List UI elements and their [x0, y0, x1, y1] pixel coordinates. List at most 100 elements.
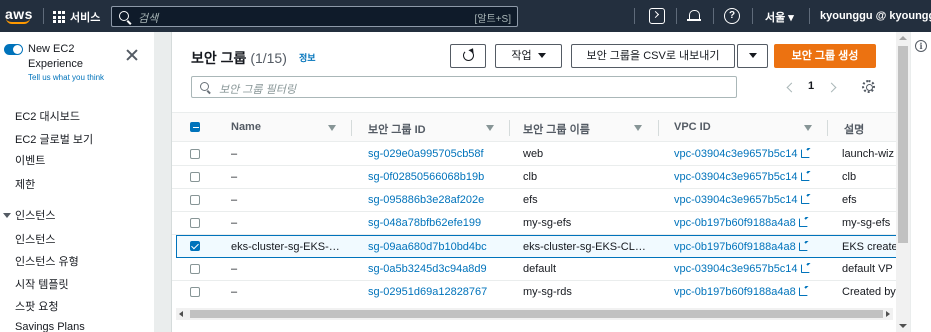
cell-sg-id[interactable]: sg-09aa680d7b10bd4bc: [368, 241, 508, 253]
cell-vpc-id[interactable]: vpc-03904c3e9657b5c14: [674, 263, 824, 275]
column-header-vpc-id[interactable]: VPC ID: [674, 121, 711, 133]
column-header-sg-name[interactable]: 보안 그룹 이름: [523, 121, 590, 137]
select-all-checkbox[interactable]: [190, 122, 200, 132]
vpc-id-text: vpc-03904c3e9657b5c14: [674, 263, 798, 275]
create-security-group-button[interactable]: 보안 그룹 생성: [774, 44, 876, 68]
sidebar-item-events[interactable]: 이벤트: [15, 152, 45, 168]
table-row[interactable]: – sg-029e0a995705cb58f web vpc-03904c3e9…: [172, 143, 897, 166]
filter-input[interactable]: 보안 그룹 필터링: [191, 76, 737, 98]
aws-logo[interactable]: aws: [5, 4, 37, 28]
cell-vpc-id[interactable]: vpc-0b197b60f9188a4a8: [674, 217, 824, 229]
cell-sg-name: web: [523, 148, 544, 160]
services-label: 서비스: [70, 12, 101, 24]
table-row[interactable]: – sg-0a5b3245d3c94a8d9 default vpc-03904…: [172, 258, 897, 281]
scroll-down-icon[interactable]: [899, 324, 907, 328]
page-title: 보안 그룹 (1/15): [191, 48, 287, 68]
cell-vpc-id[interactable]: vpc-0b197b60f9188a4a8: [674, 241, 824, 253]
scrollbar-thumb[interactable]: [898, 46, 908, 243]
sidebar-item-instance-types[interactable]: 인스턴스 유형: [15, 253, 79, 269]
scroll-left-icon[interactable]: [179, 311, 183, 317]
vpc-id-text: vpc-03904c3e9657b5c14: [674, 194, 798, 206]
gear-icon[interactable]: [862, 80, 875, 93]
cell-description: my-sg-efs: [842, 217, 891, 229]
cell-sg-id[interactable]: sg-0a5b3245d3c94a8d9: [368, 263, 508, 275]
chevron-right-icon[interactable]: [829, 83, 837, 91]
cell-sg-id[interactable]: sg-0f02850566068b19b: [368, 171, 508, 183]
scroll-right-icon[interactable]: [886, 311, 890, 317]
sidebar-item-instances[interactable]: 인스턴스: [15, 231, 55, 247]
search-shortcut: [알트+S]: [474, 14, 511, 25]
cell-sg-id[interactable]: sg-02951d69a12828767: [368, 286, 508, 298]
sidebar-item-spot-requests[interactable]: 스팟 요청: [15, 298, 59, 314]
sidebar-section-instances[interactable]: 인스턴스: [3, 207, 55, 223]
actions-button[interactable]: 작업: [495, 44, 562, 68]
new-experience-toggle[interactable]: [4, 44, 23, 55]
info-link[interactable]: 정보: [299, 51, 316, 64]
cell-vpc-id[interactable]: vpc-0b197b60f9188a4a8: [674, 286, 824, 298]
nav-divider: [43, 8, 44, 24]
table-row[interactable]: – sg-0f02850566068b19b clb vpc-03904c3e9…: [172, 166, 897, 189]
refresh-button[interactable]: [450, 44, 486, 68]
cell-name: –: [231, 148, 238, 160]
export-csv-button[interactable]: 보안 그룹을 CSV로 내보내기: [571, 44, 735, 68]
row-checkbox[interactable]: [190, 287, 200, 297]
nav-divider: [713, 8, 714, 24]
sidebar-item-global-view[interactable]: EC2 글로벌 보기: [15, 131, 93, 147]
external-link-icon: [800, 149, 810, 158]
table-row[interactable]: – sg-02951d69a12828767 my-sg-rds vpc-0b1…: [172, 281, 897, 304]
table-row[interactable]: – sg-048a78bfb62efe199 my-sg-efs vpc-0b1…: [172, 212, 897, 235]
cell-description: EKS create: [842, 241, 897, 253]
cell-vpc-id[interactable]: vpc-03904c3e9657b5c14: [674, 171, 824, 183]
account-menu[interactable]: kyounggu @ kyounggu ▾: [820, 9, 931, 22]
cloudshell-icon[interactable]: [649, 8, 665, 24]
scrollbar-thumb[interactable]: [190, 310, 883, 318]
cell-name: eks-cluster-sg-EKS-…: [231, 241, 340, 253]
sort-icon[interactable]: [328, 125, 336, 131]
cell-name: –: [231, 217, 238, 229]
cell-sg-name: my-sg-rds: [523, 286, 572, 298]
region-selector[interactable]: 서울 ▾: [765, 9, 794, 25]
global-search-input[interactable]: 검색 [알트+S]: [111, 6, 518, 27]
sidebar-item-savings-plans[interactable]: Savings Plans: [15, 321, 85, 332]
column-header-sg-id[interactable]: 보안 그룹 ID: [368, 121, 426, 137]
services-menu-button[interactable]: 서비스: [53, 9, 100, 25]
feedback-link[interactable]: Tell us what you think: [28, 73, 104, 82]
row-checkbox[interactable]: [190, 264, 200, 274]
cell-sg-id[interactable]: sg-048a78bfb62efe199: [368, 217, 508, 229]
nav-divider: [676, 8, 677, 24]
column-header-description[interactable]: 설명: [844, 121, 864, 137]
sort-icon[interactable]: [486, 125, 494, 131]
horizontal-scrollbar[interactable]: [176, 308, 893, 320]
row-checkbox[interactable]: [190, 218, 200, 228]
search-icon: [119, 11, 129, 21]
export-dropdown-button[interactable]: [737, 44, 768, 68]
nav-divider: [809, 8, 810, 24]
cell-sg-id[interactable]: sg-029e0a995705cb58f: [368, 148, 508, 160]
column-divider: [827, 120, 828, 136]
cell-vpc-id[interactable]: vpc-03904c3e9657b5c14: [674, 194, 824, 206]
column-header-name[interactable]: Name: [231, 121, 261, 133]
sidebar-item-dashboard[interactable]: EC2 대시보드: [15, 108, 80, 124]
help-icon[interactable]: ?: [724, 8, 740, 24]
bell-icon[interactable]: [686, 8, 702, 24]
sidebar-item-launch-templates[interactable]: 시작 템플릿: [15, 276, 69, 292]
cell-sg-id[interactable]: sg-095886b3e28af202e: [368, 194, 508, 206]
vertical-scrollbar[interactable]: [896, 32, 910, 332]
row-checkbox[interactable]: [190, 172, 200, 182]
info-icon[interactable]: i: [915, 40, 927, 52]
actions-label: 작업: [511, 50, 532, 62]
table-row-selected[interactable]: eks-cluster-sg-EKS-… sg-09aa680d7b10bd4b…: [176, 235, 897, 258]
row-checkbox[interactable]: [190, 195, 200, 205]
cell-vpc-id[interactable]: vpc-03904c3e9657b5c14: [674, 148, 824, 160]
chevron-left-icon[interactable]: [787, 83, 795, 91]
row-checkbox-checked[interactable]: [190, 241, 200, 251]
cell-description: launch-wiz: [842, 148, 894, 160]
scroll-up-icon[interactable]: [899, 36, 907, 40]
page-number[interactable]: 1: [808, 80, 814, 92]
sort-icon[interactable]: [804, 125, 812, 131]
sidebar-item-limits[interactable]: 제한: [15, 176, 35, 192]
close-icon[interactable]: [126, 49, 138, 61]
table-row[interactable]: – sg-095886b3e28af202e efs vpc-03904c3e9…: [172, 189, 897, 212]
sort-icon[interactable]: [634, 125, 642, 131]
row-checkbox[interactable]: [190, 149, 200, 159]
